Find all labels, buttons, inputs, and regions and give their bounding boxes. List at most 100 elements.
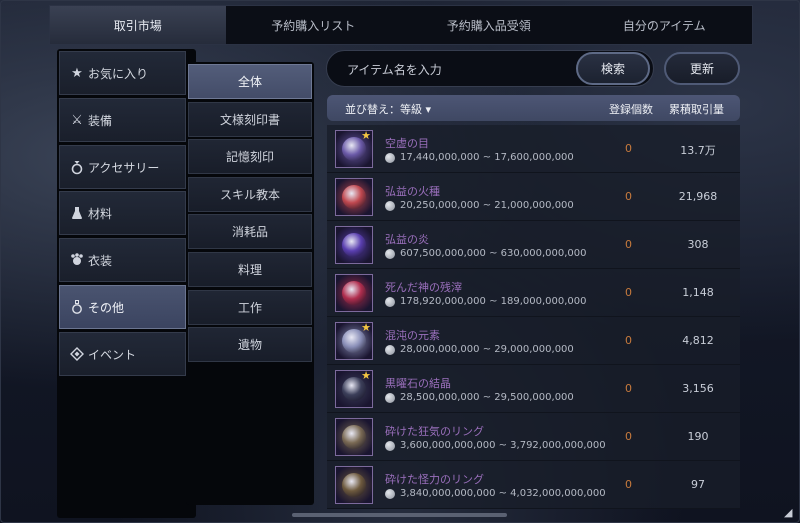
- item-listed-count: 0: [625, 478, 632, 491]
- category-panel: ★ お気に入り ⚔ 装備 アクセサリー 材料 衣装 その他 イベント: [57, 49, 196, 518]
- category-equipment[interactable]: ⚔ 装備: [59, 98, 186, 142]
- silver-coin-icon: [385, 489, 395, 499]
- star-badge-icon: ★: [361, 322, 371, 334]
- costume-icon: [69, 252, 85, 268]
- item-total-volume: 21,968: [678, 190, 718, 203]
- category-label: お気に入り: [88, 66, 149, 81]
- silver-coin-icon: [385, 201, 395, 211]
- refresh-button[interactable]: 更新: [664, 52, 740, 85]
- star-badge-icon: ★: [361, 370, 371, 382]
- item-list: ★ 空虚の目 17,440,000,000 ~ 17,600,000,000 0 13.…: [327, 125, 740, 520]
- item-total-volume: 13.7万: [680, 144, 716, 157]
- tab-trading-market[interactable]: 取引市場: [50, 6, 226, 44]
- resize-corner-icon: ◢: [784, 506, 793, 519]
- item-price-range: 178,920,000,000 ~ 189,000,000,000: [400, 296, 587, 307]
- silver-coin-icon: [385, 153, 395, 163]
- item-name: 砕けた狂気のリング: [385, 425, 484, 438]
- item-total-volume: 190: [687, 430, 709, 443]
- category-label: 装備: [88, 113, 113, 128]
- item-name: 空虚の目: [385, 137, 429, 150]
- item-row[interactable]: 弘益の炎 607,500,000,000 ~ 630,000,000,000 0 30…: [327, 221, 740, 269]
- subcategory-consumables[interactable]: 消耗品: [188, 214, 312, 249]
- silver-coin-icon: [385, 393, 395, 403]
- category-label: その他: [88, 300, 125, 315]
- item-row[interactable]: ★ 黒曜石の結晶 28,500,000,000 ~ 29,500,000,000 0 3…: [327, 365, 740, 413]
- item-icon: [335, 418, 373, 456]
- item-listed-count: 0: [625, 430, 632, 443]
- silver-coin-icon: [385, 297, 395, 307]
- category-other[interactable]: その他: [59, 285, 186, 329]
- item-orb-icon: [342, 233, 366, 257]
- item-orb-icon: [342, 425, 366, 449]
- category-label: 衣装: [88, 253, 113, 268]
- item-orb-icon: [342, 185, 366, 209]
- item-total-volume: 97: [691, 478, 705, 491]
- potion-icon: [69, 299, 85, 315]
- item-price-range: 28,500,000,000 ~ 29,500,000,000: [400, 392, 574, 403]
- item-icon: [335, 178, 373, 216]
- tab-reserve-receive[interactable]: 予約購入品受領: [401, 6, 577, 44]
- tab-my-items[interactable]: 自分のアイテム: [577, 6, 753, 44]
- item-total-volume: 4,812: [682, 334, 714, 347]
- item-price-range: 607,500,000,000 ~ 630,000,000,000: [400, 248, 587, 259]
- scroll-indicator[interactable]: [292, 513, 507, 517]
- item-orb-icon: [342, 281, 366, 305]
- subcategory-relics[interactable]: 遺物: [188, 327, 312, 362]
- item-price-range: 28,000,000,000 ~ 29,000,000,000: [400, 344, 574, 355]
- star-badge-icon: ★: [361, 130, 371, 142]
- category-event[interactable]: イベント: [59, 332, 186, 376]
- item-name: 黒曜石の結晶: [385, 377, 451, 390]
- item-price-range: 3,600,000,000,000 ~ 3,792,000,000,000: [400, 440, 606, 451]
- item-listed-count: 0: [625, 286, 632, 299]
- item-listed-count: 0: [625, 142, 632, 155]
- item-row[interactable]: ★ 空虚の目 17,440,000,000 ~ 17,600,000,000 0 13.…: [327, 125, 740, 173]
- item-icon: ★: [335, 322, 373, 360]
- search-input[interactable]: [345, 59, 569, 81]
- ring-icon: [69, 159, 85, 175]
- subcategory-engraving-book[interactable]: 文様刻印書: [188, 102, 312, 137]
- subcategory-memory-engraving[interactable]: 記憶刻印: [188, 139, 312, 174]
- subcategory-skill-book[interactable]: スキル教本: [188, 177, 312, 212]
- item-price-range: 20,250,000,000 ~ 21,000,000,000: [400, 200, 574, 211]
- item-listed-count: 0: [625, 238, 632, 251]
- item-row[interactable]: 弘益の火種 20,250,000,000 ~ 21,000,000,000 0 21,…: [327, 173, 740, 221]
- item-name: 弘益の火種: [385, 185, 440, 198]
- subcategory-panel: 全体 文様刻印書 記憶刻印 スキル教本 消耗品 料理 工作 遺物: [186, 62, 314, 505]
- item-name: 混沌の元素: [385, 329, 440, 342]
- item-orb-icon: [342, 473, 366, 497]
- tab-reserve-list[interactable]: 予約購入リスト: [226, 6, 402, 44]
- search-button[interactable]: 検索: [576, 52, 650, 85]
- subcategory-cooking[interactable]: 料理: [188, 252, 312, 287]
- category-favorites[interactable]: ★ お気に入り: [59, 51, 186, 95]
- item-price-range: 17,440,000,000 ~ 17,600,000,000: [400, 152, 574, 163]
- item-price-range: 3,840,000,000,000 ~ 4,032,000,000,000: [400, 488, 606, 499]
- category-accessory[interactable]: アクセサリー: [59, 145, 186, 189]
- category-costume[interactable]: 衣装: [59, 238, 186, 282]
- item-icon: ★: [335, 370, 373, 408]
- item-listed-count: 0: [625, 382, 632, 395]
- silver-coin-icon: [385, 441, 395, 451]
- item-row[interactable]: ★ 混沌の元素 28,000,000,000 ~ 29,000,000,000 0 4,…: [327, 317, 740, 365]
- list-header: 並び替え：等級 ▾ 登録個数 累積取引量: [327, 95, 740, 121]
- category-label: 材料: [88, 206, 113, 221]
- item-icon: [335, 226, 373, 264]
- item-icon: [335, 466, 373, 504]
- item-icon: ★: [335, 130, 373, 168]
- silver-coin-icon: [385, 249, 395, 259]
- item-row[interactable]: 砕けた怪力のリング 3,840,000,000,000 ~ 4,032,000,0…: [327, 461, 740, 509]
- item-name: 砕けた怪力のリング: [385, 473, 484, 486]
- category-materials[interactable]: 材料: [59, 191, 186, 235]
- item-row[interactable]: 死んだ神の残滓 178,920,000,000 ~ 189,000,000,000…: [327, 269, 740, 317]
- subcategory-crafting[interactable]: 工作: [188, 290, 312, 325]
- column-header-total: 累積取引量: [669, 103, 724, 116]
- silver-coin-icon: [385, 345, 395, 355]
- subcategory-all[interactable]: 全体: [188, 64, 312, 99]
- item-row[interactable]: 砕けた狂気のリング 3,600,000,000,000 ~ 3,792,000,0…: [327, 413, 740, 461]
- event-diamond-icon: [69, 346, 85, 362]
- item-name: 弘益の炎: [385, 233, 429, 246]
- item-total-volume: 308: [687, 238, 709, 251]
- column-header-count: 登録個数: [609, 103, 653, 116]
- item-icon: [335, 274, 373, 312]
- item-name: 死んだ神の残滓: [385, 281, 462, 294]
- sort-dropdown[interactable]: 並び替え：等級 ▾: [345, 101, 431, 117]
